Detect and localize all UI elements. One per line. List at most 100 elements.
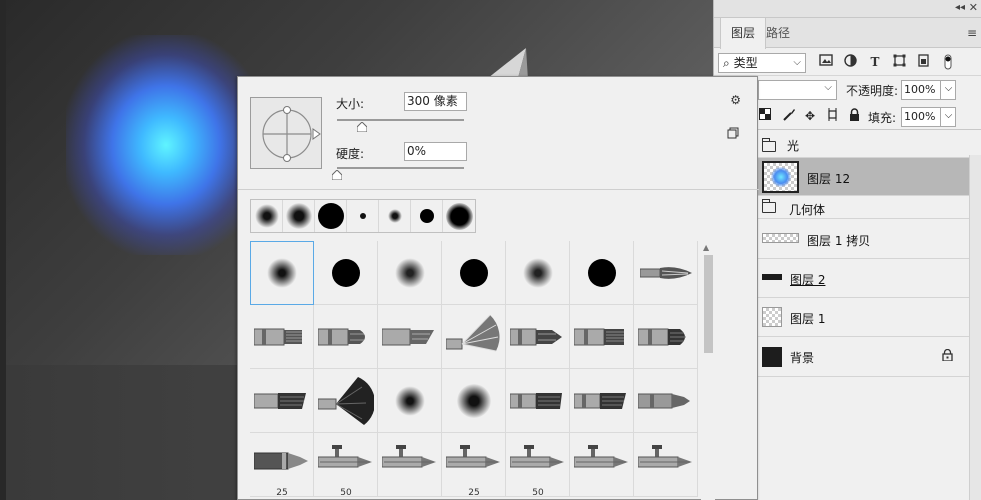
recent-brush-small-hard[interactable] — [347, 200, 379, 232]
layer-name: 背景 — [790, 351, 815, 365]
brush-preset-flat-angle[interactable] — [250, 369, 314, 433]
smart-object-filter-icon[interactable] — [915, 54, 931, 70]
brush-preset-hard-round[interactable] — [570, 241, 634, 305]
layer-thumbnail — [762, 307, 782, 327]
brush-preset-round-blunt[interactable] — [314, 305, 378, 369]
layers-scrollbar[interactable] — [969, 155, 981, 500]
panel-tabs: 图层 路径 ≡ — [714, 18, 981, 49]
chevron-down-icon: ⌵ — [824, 82, 832, 93]
gear-icon[interactable]: ⚙ — [730, 93, 741, 107]
lock-icon — [942, 348, 953, 364]
brush-preset-flat-bristle[interactable] — [570, 369, 634, 433]
scroll-up-icon[interactable]: ▲ — [703, 243, 709, 252]
tab-paths[interactable]: 路径 — [756, 18, 800, 48]
brush-preset-hard-round[interactable] — [442, 241, 506, 305]
brush-preset-airbrush[interactable] — [570, 433, 634, 497]
blend-mode-select[interactable]: ⌵ — [758, 80, 837, 100]
brush-preset-angled-flat[interactable] — [378, 305, 442, 369]
brush-size-label: 25 — [276, 488, 288, 498]
brush-preset-airbrush[interactable]: 25 — [442, 433, 506, 498]
glow-thumbnail-dot — [771, 167, 791, 187]
brush-preset-airbrush[interactable]: 50 — [314, 433, 378, 498]
opacity-dropdown-icon[interactable]: ⌵ — [940, 80, 956, 100]
brush-preset-grid: 25 50 25 50 — [250, 241, 714, 500]
opacity-label: 不透明度: — [846, 84, 899, 98]
divider — [238, 189, 759, 190]
recent-brush-medium-hard[interactable] — [411, 200, 443, 232]
chevron-down-icon: ⌵ — [793, 57, 801, 68]
brush-preset-soft-round[interactable] — [442, 369, 506, 433]
brush-preset-round-bristle[interactable] — [634, 241, 698, 305]
close-panel-icon[interactable]: ✕ — [969, 1, 978, 14]
layer-name: 图层 1 拷贝 — [807, 234, 871, 248]
hardness-slider-track[interactable] — [337, 167, 464, 169]
brush-angle-roundness-icon — [262, 106, 321, 162]
size-slider-track[interactable] — [337, 119, 464, 121]
layer-name: 图层 12 — [807, 172, 851, 186]
folder-icon — [762, 199, 776, 213]
folder-icon — [762, 138, 776, 152]
recent-brush-soft-round[interactable] — [251, 200, 283, 232]
shape-filter-icon[interactable] — [891, 54, 907, 70]
brush-preset-airbrush[interactable] — [378, 433, 442, 497]
brush-preset-pencil[interactable] — [634, 369, 698, 433]
brush-preset-picker: 大小: 300 像素 硬度: 0% ⚙ 25 50 25 50 ▲ — [237, 76, 759, 500]
filter-kind-select[interactable]: ⌕ 类型 ⌵ — [718, 53, 806, 73]
layer-thumbnail — [762, 161, 799, 193]
type-filter-icon[interactable]: T — [867, 54, 883, 70]
brush-preset-pencil-large[interactable]: 25 — [250, 433, 314, 498]
brush-preset-flat-bristle[interactable] — [506, 369, 570, 433]
brush-preset-round-fan[interactable] — [634, 305, 698, 369]
lock-position-icon[interactable]: ✥ — [802, 108, 818, 124]
size-label: 大小: — [336, 97, 365, 111]
brush-preset-flat-bristle[interactable] — [250, 305, 314, 369]
size-slider-thumb[interactable] — [357, 122, 368, 132]
size-field[interactable]: 300 像素 — [404, 92, 467, 111]
brush-size-label: 25 — [468, 488, 480, 498]
fill-label: 填充: — [868, 111, 897, 125]
lock-all-icon[interactable] — [846, 108, 862, 124]
layer-name: 光 — [787, 139, 800, 153]
brush-preset-soft-round[interactable] — [250, 241, 314, 305]
brush-preset-fan-dark[interactable] — [314, 369, 378, 433]
brush-preset-airbrush[interactable] — [634, 433, 698, 497]
recent-brush-soft-round[interactable] — [283, 200, 315, 232]
layer-name: 几何体 — [789, 203, 826, 217]
brush-preset-soft-round[interactable] — [506, 241, 570, 305]
brush-preset-flat-bristle[interactable] — [570, 305, 634, 369]
brush-preset-soft-round[interactable] — [378, 241, 442, 305]
brush-preset-soft-round[interactable] — [378, 369, 442, 433]
brush-preset-hard-round[interactable] — [314, 241, 378, 305]
brush-tip-preview[interactable] — [250, 97, 322, 169]
layer-name: 图层 1 — [790, 312, 826, 326]
layer-name: 图层 2 — [790, 273, 826, 287]
new-preset-icon[interactable] — [727, 127, 739, 139]
layer-thumbnail — [762, 274, 782, 280]
fill-dropdown-icon[interactable]: ⌵ — [940, 107, 956, 127]
collapse-panel-icon[interactable]: ◂◂ — [955, 2, 965, 13]
brush-preset-flat-point[interactable] — [506, 305, 570, 369]
brush-size-label: 50 — [532, 488, 544, 498]
scrollbar-thumb[interactable] — [704, 255, 713, 353]
panel-menu-icon[interactable]: ≡ — [967, 26, 977, 40]
panel-title-bar: ◂◂ ✕ — [714, 0, 981, 18]
hardness-slider-thumb[interactable] — [332, 170, 342, 180]
lock-transparent-icon[interactable] — [757, 108, 773, 124]
layer-filter-row: ⌕ 类型 ⌵ T — [714, 48, 981, 76]
lock-artboard-icon[interactable] — [824, 108, 840, 124]
filter-toggle-icon[interactable] — [940, 54, 956, 70]
recent-brush-hard-round[interactable] — [315, 200, 347, 232]
hardness-label: 硬度: — [336, 147, 365, 161]
preset-grid-scrollbar[interactable]: ▲ — [701, 241, 715, 500]
recent-brush-small-soft[interactable] — [379, 200, 411, 232]
recent-brushes-strip — [250, 199, 476, 233]
adjustment-filter-icon[interactable] — [842, 54, 858, 70]
hardness-field[interactable]: 0% — [404, 142, 467, 161]
image-filter-icon[interactable] — [818, 54, 834, 70]
lock-image-icon[interactable] — [781, 108, 797, 124]
search-icon: ⌕ — [723, 56, 730, 70]
brush-preset-fan[interactable] — [442, 305, 506, 369]
brush-preset-airbrush[interactable]: 50 — [506, 433, 570, 498]
blue-light-glow — [66, 35, 266, 255]
recent-brush-large-soft[interactable] — [443, 200, 475, 232]
